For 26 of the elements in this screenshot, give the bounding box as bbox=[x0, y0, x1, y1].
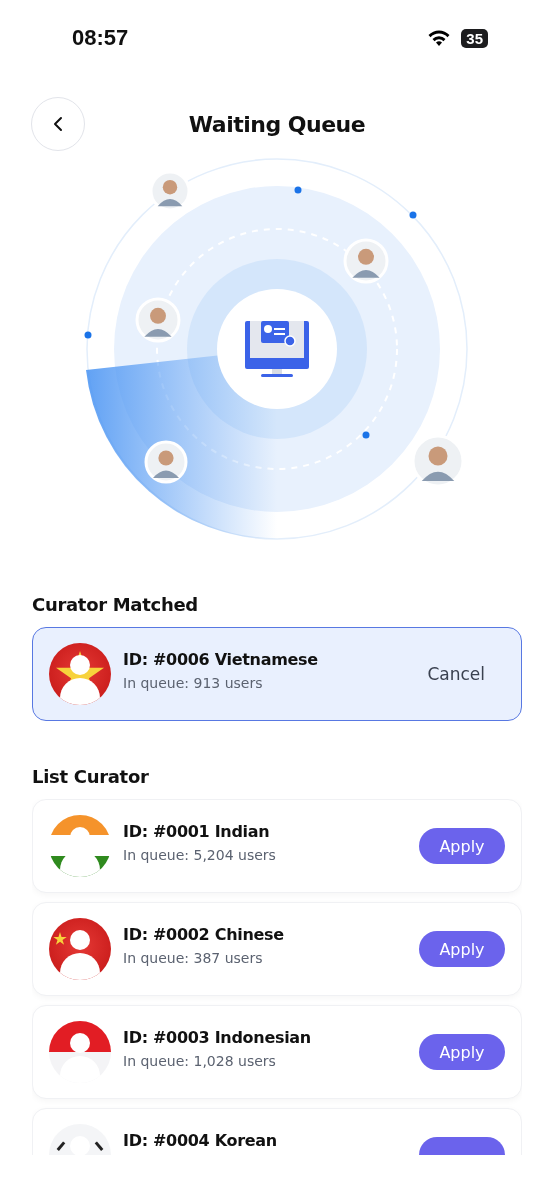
wifi-icon bbox=[427, 29, 452, 47]
person-avatar bbox=[149, 170, 191, 212]
section-heading: List Curator bbox=[32, 766, 150, 787]
apply-button[interactable]: Apply bbox=[419, 931, 505, 967]
queue-count: In queue: 1,028 users bbox=[123, 1053, 276, 1069]
curator-title: ID: #0002 Chinese bbox=[123, 925, 284, 944]
back-icon bbox=[53, 116, 63, 132]
status-time: 08:57 bbox=[72, 25, 129, 51]
queue-count: In queue: 387 users bbox=[123, 950, 263, 966]
person-avatar bbox=[411, 434, 465, 488]
battery-indicator: 35 bbox=[461, 28, 488, 48]
page-title: Waiting Queue bbox=[188, 111, 366, 137]
curator-title: ID: #0001 Indian bbox=[123, 822, 270, 841]
curator-title: ID: #0004 Korean bbox=[123, 1131, 277, 1150]
curator-title: ID: #0006 Vietnamese bbox=[123, 650, 318, 669]
queue-count: In queue: 913 users bbox=[123, 675, 263, 691]
person-avatar bbox=[144, 440, 188, 484]
cancel-button[interactable]: Cancel bbox=[407, 656, 505, 692]
section-heading: Curator Matched bbox=[32, 594, 199, 615]
person-avatar bbox=[343, 238, 389, 284]
queue-count: In queue: 5,204 users bbox=[123, 847, 276, 863]
apply-button[interactable]: Apply bbox=[419, 828, 505, 864]
curator-title: ID: #0003 Indonesian bbox=[123, 1028, 311, 1047]
monitor-icon bbox=[245, 321, 309, 377]
person-avatar bbox=[135, 297, 181, 343]
apply-button[interactable]: Apply bbox=[419, 1034, 505, 1070]
